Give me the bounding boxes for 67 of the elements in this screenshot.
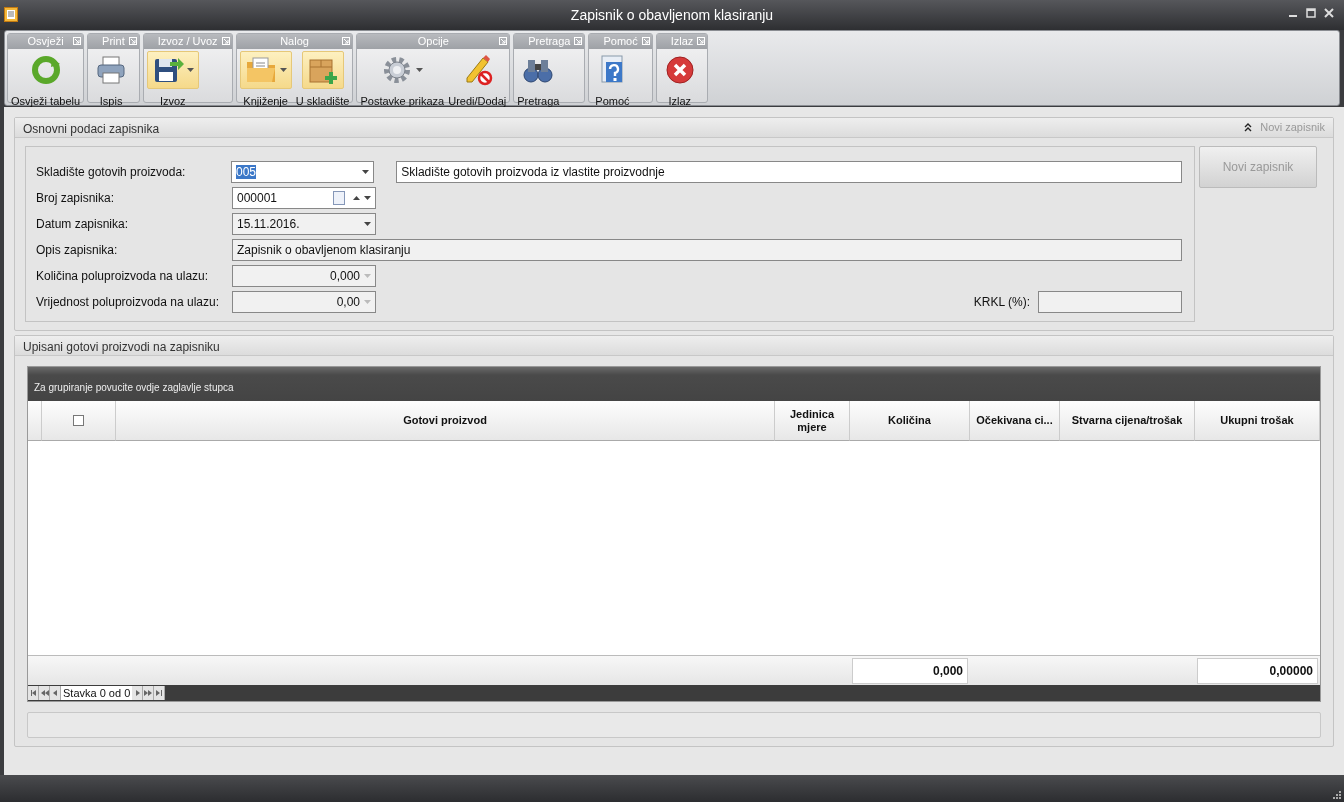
caret-icon (186, 68, 194, 72)
group-title: Print (102, 35, 125, 47)
group-title: Izvoz / Uvoz (157, 35, 218, 47)
app-icon (4, 7, 18, 22)
combo-box[interactable]: 005 (230, 161, 375, 183)
field-label: Skladište gotovih proizvoda: (36, 164, 187, 181)
dialog-launcher-icon[interactable] (574, 37, 583, 45)
field-label: Vrijednost poluproizvoda na ulazu: (36, 294, 220, 311)
dialog-launcher-icon[interactable] (128, 37, 137, 45)
ribbon-button[interactable]: Postavke prikaza (358, 51, 447, 110)
column-header[interactable]: Očekivana ci... (970, 401, 1060, 441)
summary-value: 0,00000 (1197, 658, 1318, 684)
checkbox-icon[interactable] (333, 191, 345, 205)
ribbon-button[interactable]: Pretraga (515, 51, 562, 110)
dialog-launcher-icon[interactable] (499, 37, 508, 45)
caret-icon (416, 68, 424, 72)
field-label: Opis zapisnika: (36, 242, 119, 259)
group-title: Izlaz (670, 35, 694, 47)
spin-up-icon[interactable] (353, 196, 360, 200)
dropdown-arrow-icon[interactable] (362, 170, 370, 174)
record-counter: Stavka 0 od 0 (61, 686, 133, 700)
spin-field[interactable]: 000001 (232, 187, 376, 209)
dialog-launcher-icon[interactable] (342, 37, 351, 45)
column-header[interactable]: Jedinica mjere (775, 401, 850, 441)
dialog-launcher-icon[interactable] (73, 37, 82, 45)
group-title: Pretraga (528, 35, 571, 47)
ribbon-button[interactable]: Osvježi tabelu (9, 51, 83, 110)
checkbox[interactable] (73, 415, 84, 426)
field-label: Količina poluproizvoda na ulazu: (36, 268, 210, 285)
caret-icon (279, 68, 287, 72)
field-label: KRKL (%): (973, 294, 1030, 311)
column-header[interactable]: Gotovi proizvod (116, 401, 775, 441)
dialog-launcher-icon[interactable] (697, 37, 706, 45)
dropdown-arrow-icon[interactable] (364, 196, 371, 200)
ribbon-button[interactable]: U skladište (293, 51, 352, 110)
text-field[interactable] (1038, 291, 1182, 313)
dialog-launcher-icon[interactable] (641, 37, 650, 45)
window-title: Zapisnik o obavljenom klasiranju (570, 5, 774, 25)
summary-value: 0,000 (852, 658, 968, 684)
field-label: Datum zapisnika: (36, 216, 130, 233)
close-icon[interactable] (1324, 8, 1334, 18)
refresh-icon (29, 54, 62, 86)
number-field[interactable]: 0,00 (232, 291, 376, 313)
printer-icon (95, 54, 128, 86)
column-header[interactable]: Količina (850, 401, 970, 441)
combo-box[interactable]: 15.11.2016. (232, 213, 376, 235)
maximize-icon[interactable] (1306, 8, 1316, 18)
column-header[interactable]: Stvarna cijena/trošak (1060, 401, 1195, 441)
field-label: Broj zapisnika: (36, 190, 116, 207)
ribbon-button[interactable]: Izlaz (657, 51, 702, 110)
group-title: Nalog (280, 35, 309, 47)
text-field[interactable]: Zapisnik o obavljenom klasiranju (232, 239, 1182, 261)
group-title: Opcije (417, 35, 449, 47)
column-header[interactable]: Ukupni trošak (1195, 401, 1320, 441)
collapse-icon (1244, 123, 1253, 132)
panel-title: Osnovni podaci zapisnika (23, 121, 160, 135)
close-icon (663, 54, 696, 86)
dropdown-arrow-icon[interactable] (364, 222, 371, 226)
resize-grip-icon[interactable] (1332, 790, 1341, 799)
dialog-launcher-icon[interactable] (221, 37, 230, 45)
panel-title: Upisani gotovi proizvodi na zapisniku (23, 339, 220, 353)
group-title: Osvježi (27, 35, 64, 47)
ribbon-button[interactable]: Uredi/Dodaj (446, 51, 509, 110)
group-title: Pomoć (603, 35, 638, 47)
group-by-hint: Za grupiranje povucite ovdje zaglavlje stupca (28, 367, 1320, 401)
number-field[interactable]: 0,000 (232, 265, 376, 287)
text-field[interactable]: Skladište gotovih proizvoda iz vlastite proizvodnje (396, 161, 1182, 183)
